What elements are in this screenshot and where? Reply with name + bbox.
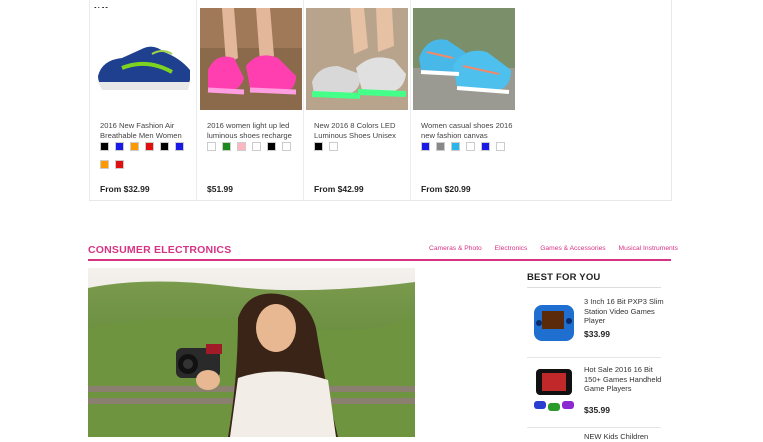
product-price: From $32.99 — [100, 184, 150, 194]
color-swatch[interactable] — [222, 142, 231, 151]
color-swatch[interactable] — [160, 142, 169, 151]
product-card[interactable]: N 11 2016 New Fashion Air Breathable Men… — [89, 0, 196, 200]
best-item-price: $33.99 — [584, 329, 610, 339]
link-musical-instruments[interactable]: Musical Instruments — [619, 245, 678, 252]
product-price: From $42.99 — [314, 184, 364, 194]
color-swatch[interactable] — [282, 142, 291, 151]
color-swatch[interactable] — [145, 142, 154, 151]
section-links: Cameras & Photo Electronics Games & Acce… — [418, 245, 678, 252]
color-swatch[interactable] — [466, 142, 475, 151]
color-swatch[interactable] — [252, 142, 261, 151]
color-swatch[interactable] — [175, 142, 184, 151]
product-title[interactable]: Women casual shoes 2016 new fashion canv… — [421, 121, 515, 141]
product-title[interactable]: 2016 women light up led luminous shoes r… — [207, 121, 301, 141]
color-swatch[interactable] — [100, 142, 109, 151]
product-card[interactable]: Women casual shoes 2016 new fashion canv… — [410, 0, 517, 200]
color-swatches — [100, 142, 196, 178]
product-image[interactable] — [413, 8, 515, 110]
product-card[interactable]: 2016 women light up led luminous shoes r… — [196, 0, 303, 200]
section-title: CONSUMER ELECTRONICS — [88, 244, 232, 256]
color-swatch[interactable] — [496, 142, 505, 151]
color-swatch[interactable] — [207, 142, 216, 151]
color-swatch[interactable] — [115, 142, 124, 151]
color-swatch[interactable] — [329, 142, 338, 151]
color-swatch[interactable] — [237, 142, 246, 151]
product-grid: N 11 2016 New Fashion Air Breathable Men… — [89, 0, 672, 201]
product-image[interactable] — [92, 8, 194, 110]
product-price: From $20.99 — [421, 184, 471, 194]
product-title[interactable]: 2016 New Fashion Air Breathable Men Wome… — [100, 121, 194, 141]
best-item-name[interactable]: 3 Inch 16 Bit PXP3 Slim Station Video Ga… — [584, 297, 664, 326]
best-item-separator — [527, 427, 661, 428]
color-swatch[interactable] — [100, 160, 109, 169]
link-cameras-photo[interactable]: Cameras & Photo — [429, 245, 482, 252]
product-image[interactable] — [306, 8, 408, 110]
product-card[interactable]: New 2016 8 Colors LED Luminous Shoes Uni… — [303, 0, 410, 200]
best-divider — [527, 287, 661, 288]
product-price: $51.99 — [207, 184, 233, 194]
best-item-price: $35.99 — [584, 405, 610, 415]
color-swatch[interactable] — [267, 142, 276, 151]
best-for-you-title: BEST FOR YOU — [527, 272, 601, 283]
color-swatch[interactable] — [314, 142, 323, 151]
color-swatch[interactable] — [421, 142, 430, 151]
color-swatch[interactable] — [481, 142, 490, 151]
link-electronics[interactable]: Electronics — [495, 245, 528, 252]
color-swatches — [421, 142, 517, 160]
best-item-image[interactable] — [530, 297, 578, 349]
section-divider — [88, 259, 671, 261]
best-item-separator — [527, 357, 661, 358]
color-swatches — [314, 142, 410, 160]
color-swatch[interactable] — [130, 142, 139, 151]
best-item-image[interactable] — [530, 365, 578, 417]
product-image[interactable] — [200, 8, 302, 110]
link-games-accessories[interactable]: Games & Accessories — [540, 245, 605, 252]
color-swatches — [207, 142, 303, 160]
product-title[interactable]: New 2016 8 Colors LED Luminous Shoes Uni… — [314, 121, 408, 141]
best-item-name[interactable]: Hot Sale 2016 16 Bit 150+ Games Handheld… — [584, 365, 664, 394]
color-swatch[interactable] — [115, 160, 124, 169]
color-swatch[interactable] — [436, 142, 445, 151]
color-swatch[interactable] — [451, 142, 460, 151]
hero-banner-image[interactable] — [88, 268, 415, 437]
